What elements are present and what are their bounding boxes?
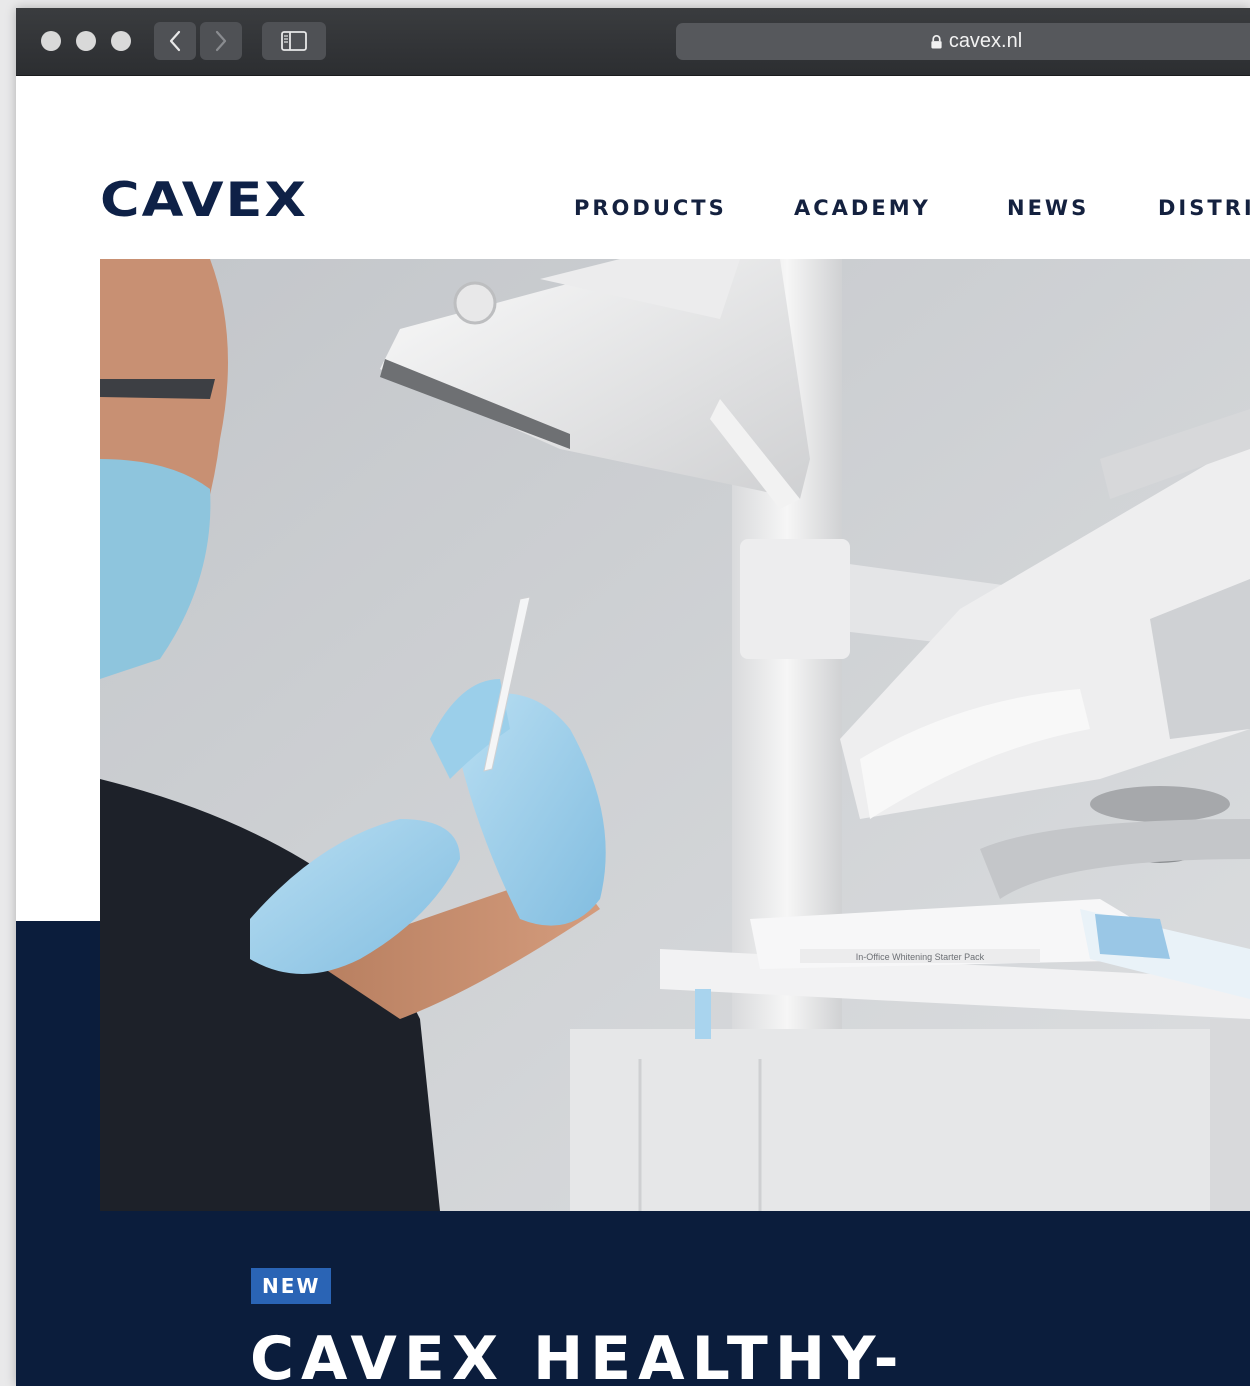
forward-button[interactable] (200, 22, 242, 60)
nav-news[interactable]: NEWS (1007, 196, 1089, 220)
dental-clinic-photo: In-Office Whitening Starter Pack (100, 259, 1250, 1211)
address-bar[interactable]: cavex.nl (676, 23, 1250, 60)
forward-arrow-icon (215, 30, 227, 52)
nav-products[interactable]: PRODUCTS (574, 196, 727, 220)
hero-image: In-Office Whitening Starter Pack (100, 259, 1250, 1211)
main-navigation: PRODUCTS ACADEMY NEWS DISTRI (16, 196, 1250, 236)
tray-label: In-Office Whitening Starter Pack (856, 952, 985, 962)
lock-icon (930, 34, 943, 50)
sidebar-icon (281, 31, 307, 51)
web-page: CAVEX PRODUCTS ACADEMY NEWS DISTRI In-Of… (16, 76, 1250, 1386)
browser-window: cavex.nl CAVEX PRODUCTS ACADEMY NEWS DIS… (16, 8, 1250, 1386)
close-window-dot[interactable] (41, 31, 61, 51)
hero-headline: CAVEX HEALTHY- (250, 1324, 906, 1386)
new-badge: NEW (251, 1268, 332, 1304)
nav-academy[interactable]: ACADEMY (794, 196, 931, 220)
minimize-window-dot[interactable] (76, 31, 96, 51)
back-button[interactable] (154, 22, 196, 60)
sidebar-toggle-button[interactable] (262, 22, 326, 60)
zoom-window-dot[interactable] (111, 31, 131, 51)
browser-toolbar: cavex.nl (16, 8, 1250, 76)
url-text: cavex.nl (948, 30, 1023, 52)
nav-distributors[interactable]: DISTRI (1158, 196, 1250, 220)
back-arrow-icon (169, 30, 181, 52)
